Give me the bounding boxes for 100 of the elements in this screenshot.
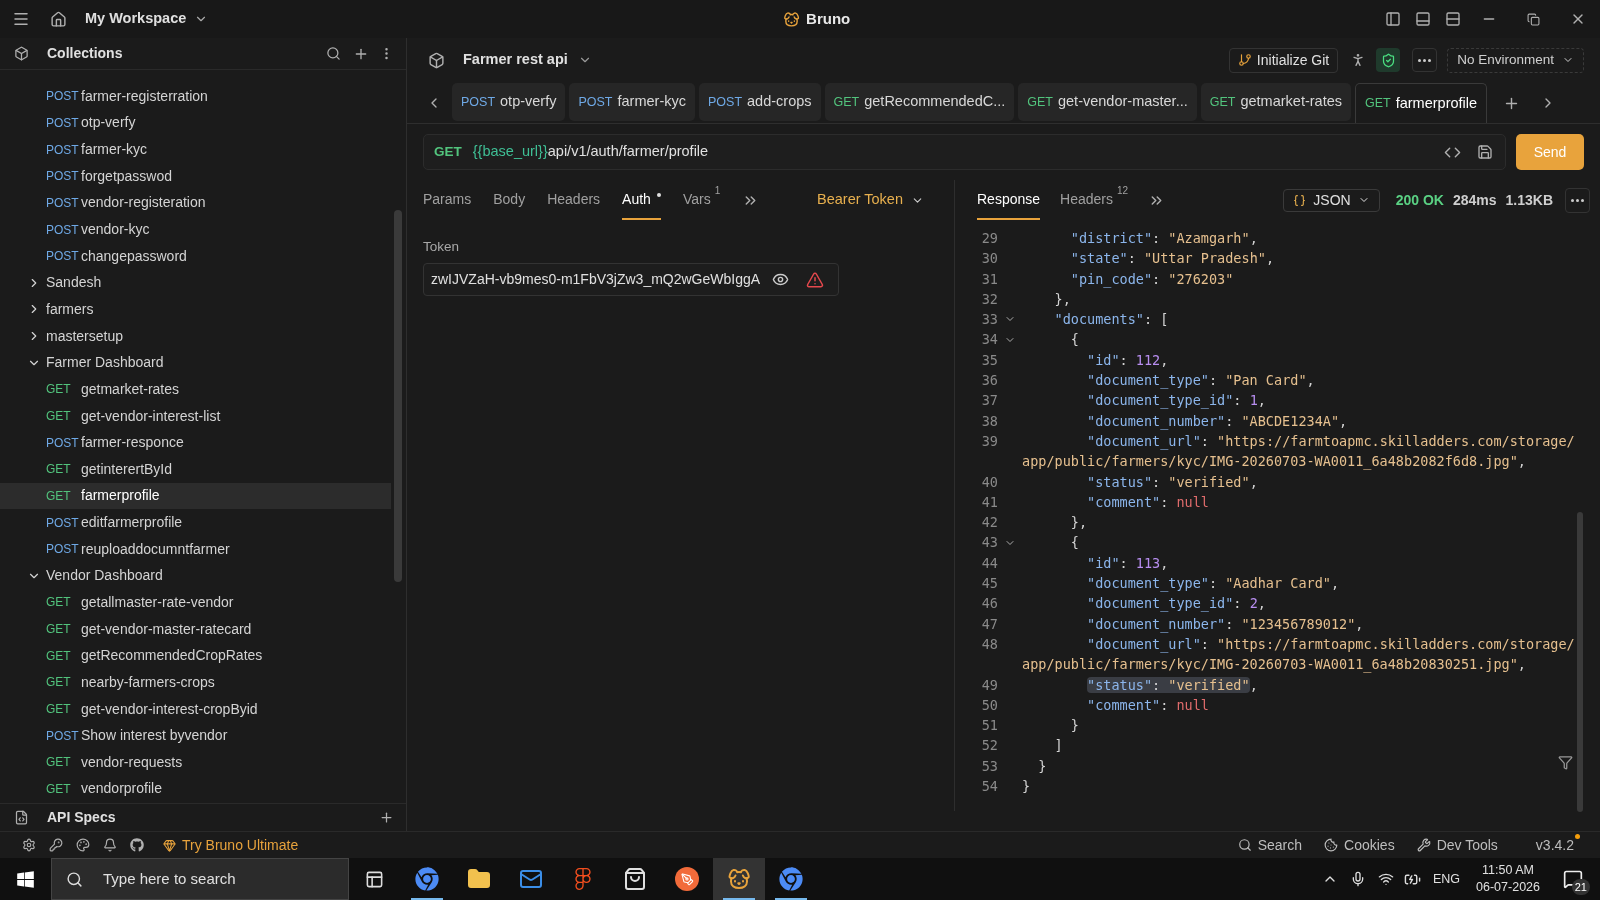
request-method[interactable]: GET <box>434 141 462 163</box>
request-section-tab[interactable]: Body <box>493 180 526 220</box>
request-tab[interactable]: POST farmer-kyc <box>569 83 695 121</box>
request-name: get-vendor-master-ratecard <box>81 619 252 639</box>
braces-icon <box>1293 193 1307 207</box>
code-line: "status": "verified", <box>1086 472 1258 492</box>
more-button[interactable] <box>1412 48 1438 72</box>
line-number: 51 <box>980 716 998 736</box>
mail-icon <box>519 867 543 891</box>
request-item[interactable]: GET vendorprofile <box>0 775 391 803</box>
request-item[interactable]: GET getmarket-rates <box>0 376 391 403</box>
request-section-tab[interactable]: Vars $^{1}$ <box>682 180 721 220</box>
panel-left-icon[interactable] <box>1385 11 1401 27</box>
request-item[interactable]: POST vendor-kyc <box>0 216 391 243</box>
wifi-icon[interactable] <box>1377 871 1394 887</box>
request-section-tab[interactable]: Headers <box>547 180 601 220</box>
request-name: vendor-requests <box>81 752 183 772</box>
folder-item[interactable]: mastersetup <box>0 322 391 350</box>
taskbar-app[interactable] <box>713 858 765 900</box>
request-item[interactable]: POST farmer-kyc <box>0 136 391 163</box>
folder-item[interactable]: Vendor Dashboard <box>0 562 391 590</box>
response-tab[interactable]: Response <box>977 180 1041 220</box>
panel-bottom-icon[interactable] <box>1415 11 1431 27</box>
environment-dropdown[interactable]: No Environment <box>1447 47 1584 73</box>
status-action[interactable]: Dev Tools <box>1416 834 1498 856</box>
bell-icon[interactable] <box>103 838 117 852</box>
git-button[interactable]: Initialize Git <box>1228 47 1339 73</box>
request-tab[interactable]: GET farmerprofile <box>1355 83 1488 123</box>
method-label: GET <box>46 381 72 399</box>
home-icon[interactable] <box>50 10 67 28</box>
notification-button[interactable]: 21 <box>1558 864 1588 894</box>
request-item[interactable]: GET vendor-requests <box>0 749 391 776</box>
request-tab[interactable]: POST otp-verfy <box>452 83 566 121</box>
settings-icon[interactable] <box>22 838 36 852</box>
filter-icon[interactable] <box>1558 755 1573 770</box>
request-item[interactable]: GET get-vendor-master-ratecard <box>0 615 391 643</box>
token-field[interactable]: zwIJVZaH-vb9mes0-m1FbV3jZw3_mQ2wGeWbIggA <box>423 263 839 297</box>
add-icon[interactable] <box>379 810 394 825</box>
github-icon[interactable] <box>130 838 144 852</box>
restore-icon[interactable] <box>1527 12 1540 26</box>
line-number: 37 <box>980 391 998 411</box>
line-number: 39 <box>980 431 998 451</box>
code-line: "district": "Azamgarh", <box>1069 229 1258 248</box>
request-item[interactable]: POST otp-verfy <box>0 109 391 137</box>
request-item[interactable]: POST reuploaddocumntfarmer <box>0 535 391 563</box>
request-tab[interactable]: GET getmarket-rates <box>1200 83 1351 121</box>
format-dropdown[interactable]: JSON <box>1283 188 1380 212</box>
line-number: 29 <box>980 229 998 248</box>
search-icon <box>66 870 83 888</box>
folder-item[interactable]: farmers <box>0 296 391 323</box>
request-name: farmer-responce <box>81 433 184 453</box>
task-view-icon[interactable] <box>365 869 384 889</box>
request-item[interactable]: GET getallmaster-rate-vendor <box>0 589 391 616</box>
request-item[interactable]: POST changepassword <box>0 242 391 270</box>
warning-icon <box>806 270 825 289</box>
status-action[interactable]: Search <box>1237 834 1303 856</box>
request-item[interactable]: GET farmerprofile <box>0 482 391 510</box>
split-rows-icon[interactable] <box>1445 11 1461 27</box>
request-section-tab[interactable]: Auth <box>622 180 661 220</box>
menu-icon[interactable] <box>12 10 30 28</box>
request-tab[interactable]: GET get-vendor-master... <box>1018 83 1197 121</box>
folder-item[interactable]: Farmer Dashboard <box>0 349 391 377</box>
request-item[interactable]: POST forgetpasswod <box>0 162 391 190</box>
request-item[interactable]: GET get-vendor-interest-cropByid <box>0 695 391 723</box>
line-number: 32 <box>980 289 998 309</box>
shield-button[interactable] <box>1376 48 1401 72</box>
request-item[interactable]: GET getinterertById <box>0 455 391 483</box>
request-item[interactable]: POST farmer-responce <box>0 429 391 456</box>
taskbar-search-field[interactable]: Type here to search <box>51 858 349 900</box>
response-tab[interactable]: Headers $^{12}$ <box>1060 180 1129 220</box>
clock[interactable]: 11:50 AM 06-07-2026 <box>1476 862 1540 896</box>
language-indicator[interactable]: ENG <box>1432 869 1461 889</box>
request-item[interactable]: GET getRecommendedCropRates <box>0 642 391 670</box>
workspace-dropdown[interactable]: My Workspace <box>85 8 209 30</box>
request-tab[interactable]: POST add-crops <box>699 83 821 121</box>
request-section-tab[interactable]: Params <box>423 180 472 220</box>
collection-dropdown[interactable]: Farmer rest api <box>463 49 592 71</box>
request-item[interactable]: GET nearby-farmers-crops <box>0 669 391 696</box>
save-icon[interactable] <box>1477 144 1493 160</box>
search-icon[interactable] <box>326 46 341 61</box>
request-item[interactable]: POST editfarmerprofile <box>0 509 391 536</box>
promo-link[interactable]: Try Bruno Ultimate <box>163 834 299 856</box>
palette-icon[interactable] <box>76 838 90 852</box>
auth-mode-dropdown[interactable]: Bearer Token <box>817 189 924 211</box>
code-line: "comment": null <box>1086 695 1209 715</box>
request-item[interactable]: POST farmer-registerration <box>0 83 391 110</box>
request-item[interactable]: POST vendor-registeration <box>0 189 391 217</box>
request-item[interactable]: POST Show interest byvendor <box>0 722 391 749</box>
more-button[interactable] <box>1565 187 1590 213</box>
request-item[interactable]: GET get-vendor-interest-list <box>0 402 391 430</box>
code-line: ] <box>1053 736 1063 756</box>
url-field[interactable]: {{base_url}}api/v1/auth/farmer/profile <box>472 141 1444 163</box>
folder-item[interactable]: Sandesh <box>0 269 391 297</box>
pen-icon <box>680 872 694 886</box>
line-number: 34 <box>980 330 998 350</box>
scrollbar-thumb[interactable] <box>1577 512 1583 812</box>
scrollbar-thumb[interactable] <box>394 210 402 582</box>
key-icon[interactable] <box>49 838 63 852</box>
status-action[interactable]: Cookies <box>1324 834 1395 856</box>
request-tab[interactable]: GET getRecommendedC... <box>824 83 1015 121</box>
